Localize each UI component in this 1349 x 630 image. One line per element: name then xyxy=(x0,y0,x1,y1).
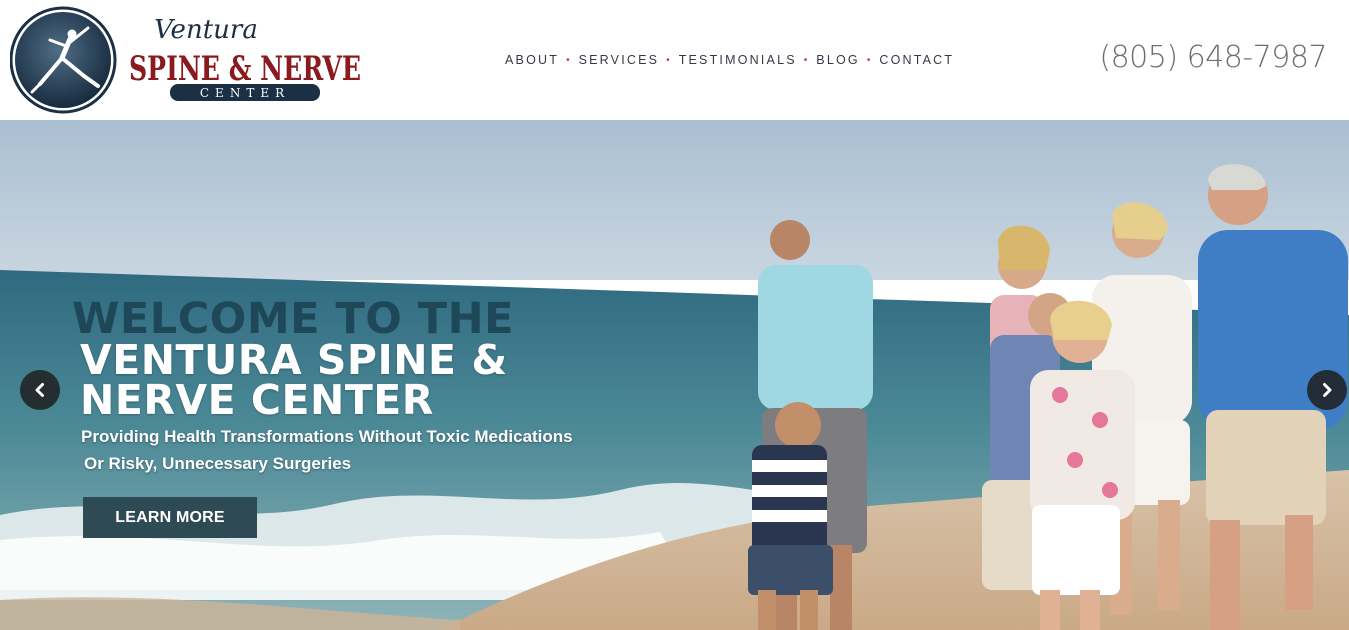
nav-item-contact[interactable]: CONTACT xyxy=(879,53,954,67)
hero-title-line-1: VENTURA SPINE & xyxy=(80,336,508,384)
chevron-right-icon xyxy=(1323,383,1332,397)
nav-item-blog[interactable]: BLOG xyxy=(816,53,860,67)
hero-welcome-text: WELCOME TO THE xyxy=(72,294,514,344)
site-header: Ventura SPINE & NERVE CENTER ABOUT • SER… xyxy=(0,0,1349,120)
nav-separator: • xyxy=(566,54,570,66)
nav-item-services[interactable]: SERVICES xyxy=(579,53,660,67)
learn-more-button[interactable]: LEARN MORE xyxy=(83,497,257,538)
logo-banner-word: CENTER xyxy=(200,86,290,100)
main-nav: ABOUT • SERVICES • TESTIMONIALS • BLOG •… xyxy=(505,52,954,68)
chevron-left-icon xyxy=(35,383,44,397)
hero-subtitle-line-2: Or Risky, Unnecessary Surgeries xyxy=(84,454,352,473)
hero-slider: WELCOME TO THE VENTURA SPINE & NERVE CEN… xyxy=(0,120,1349,630)
nav-separator: • xyxy=(666,54,670,66)
logo-main-words: SPINE & NERVE xyxy=(129,49,361,89)
nav-separator: • xyxy=(866,54,871,66)
slider-next-button[interactable] xyxy=(1307,370,1347,410)
logo-script-word: Ventura xyxy=(154,15,258,45)
nav-item-about[interactable]: ABOUT xyxy=(505,53,559,67)
hero-title-line-2: NERVE CENTER xyxy=(80,376,434,424)
nav-item-testimonials[interactable]: TESTIMONIALS xyxy=(679,53,797,67)
site-logo[interactable]: Ventura SPINE & NERVE CENTER xyxy=(10,6,370,114)
phone-number[interactable]: (805) 648-7987 xyxy=(1099,40,1327,75)
slider-prev-button[interactable] xyxy=(20,370,60,410)
hero-subtitle-line-1: Providing Health Transformations Without… xyxy=(81,427,573,446)
nav-separator: • xyxy=(803,54,808,66)
